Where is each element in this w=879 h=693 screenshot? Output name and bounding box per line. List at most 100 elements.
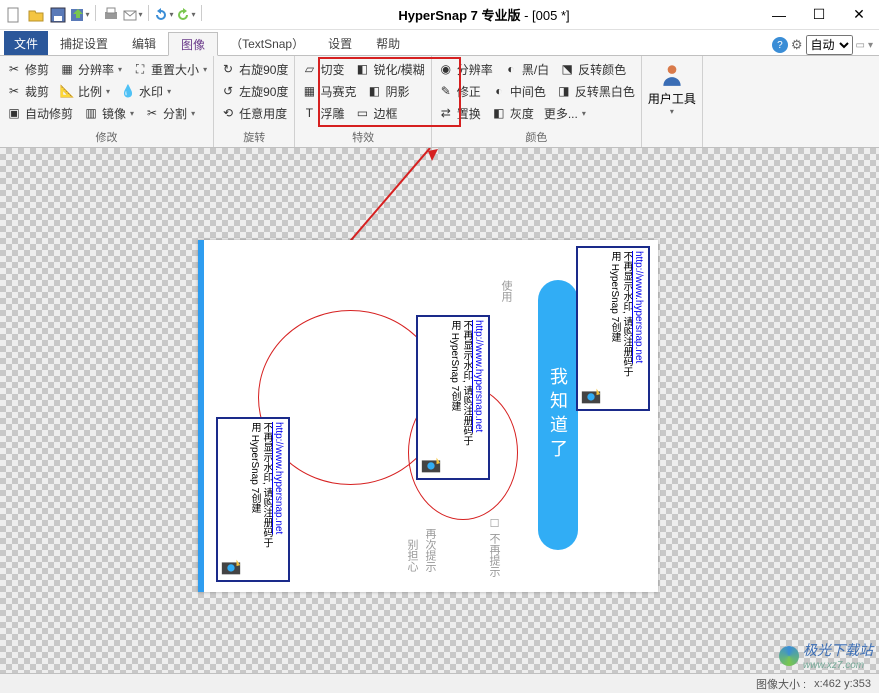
zoom-select[interactable]: 自动 [806, 35, 853, 55]
group-modify: ✂修剪 ▦分辨率 ⛶重置大小 ✂裁剪 📐比例 💧水印 ▣自动修剪 ▥镜像 ✂分割… [0, 56, 214, 147]
gear-icon[interactable]: ⚙ [791, 37, 803, 53]
autotrim-icon: ▣ [6, 105, 22, 121]
mosaic-icon: ▦ [301, 83, 317, 99]
file-tab[interactable]: 文件 [4, 31, 48, 55]
trim-button[interactable]: ✂修剪 [6, 59, 49, 79]
group-user: 用户工具 ▾ [642, 56, 703, 147]
ok-button[interactable]: 我知道了 [538, 280, 578, 550]
scale-icon: 📐 [59, 83, 75, 99]
user-tools-icon[interactable] [659, 62, 685, 88]
save-icon[interactable] [48, 5, 68, 25]
tab-edit[interactable]: 编辑 [120, 31, 168, 55]
shear-button[interactable]: ▱切变 [301, 59, 344, 79]
group-effects-title: 特效 [301, 127, 424, 147]
invert-button[interactable]: ⬔反转颜色 [559, 59, 626, 79]
correct-button[interactable]: ✎修正 [438, 81, 481, 101]
rotate-any-button[interactable]: ⟲任意用度 [220, 103, 288, 123]
user-tools-label: 用户工具 [648, 90, 696, 107]
watermark-stamp: 用 HyperSnap 7创建 不再显示水印, 请购注册码于 http://ww… [216, 417, 290, 582]
options-icon[interactable]: ▾ [868, 40, 873, 51]
invertbw-button[interactable]: ◨反转黑白色 [556, 81, 635, 101]
group-modify-title: 修改 [6, 127, 207, 147]
shadow-icon: ◧ [366, 83, 382, 99]
titlebar: HyperSnap 7 专业版 - [005 *] — ☐ ✕ [0, 0, 879, 30]
canvas-area[interactable]: 我知道了 别担心 再次提示 使用 ☐ 不再提示 用 HyperSnap 7创建 … [0, 148, 879, 673]
site-logo-icon [779, 646, 799, 666]
statusbar: 图像大小 : x:462 y:353 [0, 673, 879, 693]
site-watermark: 极光下载站 www.xz7.com [779, 640, 873, 671]
collapse-ribbon-icon[interactable]: ▭ [856, 40, 865, 51]
new-icon[interactable] [4, 5, 24, 25]
tab-image[interactable]: 图像 [168, 32, 218, 56]
camera-icon [420, 454, 442, 476]
saveas-icon[interactable] [70, 5, 90, 25]
split-icon: ✂ [144, 105, 160, 121]
middle-button[interactable]: ◐中间色 [491, 81, 546, 101]
bw-icon: ◐ [503, 61, 519, 77]
group-color-title: 颜色 [438, 127, 635, 147]
mirror-icon: ▥ [83, 105, 99, 121]
redo-icon[interactable] [176, 5, 196, 25]
emboss-button[interactable]: T浮雕 [301, 103, 344, 123]
ribbon-tabs: 文件 捕捉设置 编辑 图像 （TextSnap） 设置 帮助 ? ⚙ 自动 ▭ … [0, 30, 879, 56]
image-size-label: 图像大小 : [756, 676, 806, 692]
crop-button[interactable]: ✂裁剪 [6, 81, 49, 101]
email-icon[interactable] [123, 5, 143, 25]
bw-button[interactable]: ◐黑/白 [503, 59, 549, 79]
group-effects: ▱切变 ◧锐化/模糊 ▦马赛克 ◧阴影 T浮雕 ▭边框 特效 [295, 56, 431, 147]
help-icon[interactable]: ? [772, 37, 788, 53]
tab-help[interactable]: 帮助 [364, 31, 412, 55]
mirror-button[interactable]: ▥镜像 [83, 103, 134, 123]
watermark-button[interactable]: 💧水印 [120, 81, 171, 101]
resize-button[interactable]: ⛶重置大小 [132, 59, 207, 79]
border-button[interactable]: ▭边框 [354, 103, 397, 123]
replace-button[interactable]: ⇄置换 [438, 103, 481, 123]
group-color: ◉分辨率 ◐黑/白 ⬔反转颜色 ✎修正 ◐中间色 ◨反转黑白色 ⇄置换 ◧灰度 … [432, 56, 642, 147]
tab-textsnap[interactable]: （TextSnap） [218, 31, 316, 55]
border-icon: ▭ [354, 105, 370, 121]
image-document[interactable]: 我知道了 别担心 再次提示 使用 ☐ 不再提示 用 HyperSnap 7创建 … [198, 240, 658, 592]
camera-icon [580, 385, 602, 407]
tab-settings[interactable]: 设置 [316, 31, 364, 55]
sharpen-button[interactable]: ◧锐化/模糊 [354, 59, 424, 79]
window-controls: — ☐ ✕ [759, 0, 879, 30]
resize-icon: ⛶ [132, 61, 148, 77]
quick-access-toolbar [0, 5, 209, 25]
color-wheel-icon: ◉ [438, 61, 454, 77]
sharpen-icon: ◧ [354, 61, 370, 77]
maximize-button[interactable]: ☐ [799, 0, 839, 30]
resolution-button[interactable]: ▦分辨率 [59, 59, 122, 79]
color-resolution-button[interactable]: ◉分辨率 [438, 59, 493, 79]
more-button[interactable]: 更多... [544, 103, 586, 123]
ribbon: ✂修剪 ▦分辨率 ⛶重置大小 ✂裁剪 📐比例 💧水印 ▣自动修剪 ▥镜像 ✂分割… [0, 56, 879, 148]
tab-capture[interactable]: 捕捉设置 [48, 31, 120, 55]
replace-icon: ⇄ [438, 105, 454, 121]
undo-icon[interactable] [154, 5, 174, 25]
print-icon[interactable] [101, 5, 121, 25]
split-button[interactable]: ✂分割 [144, 103, 195, 123]
rotate-left-icon: ↺ [220, 83, 236, 99]
rotate-right-icon: ↻ [220, 61, 236, 77]
open-icon[interactable] [26, 5, 46, 25]
camera-icon [220, 556, 242, 578]
watermark-stamp: 用 HyperSnap 7创建 不再显示水印, 请购注册码于 http://ww… [576, 246, 650, 411]
gray-button[interactable]: ◧灰度 [491, 103, 534, 123]
coordinates-label: x:462 y:353 [814, 678, 871, 690]
middle-icon: ◐ [491, 83, 507, 99]
shear-icon: ▱ [301, 61, 317, 77]
group-rotate-title: 旋转 [220, 127, 288, 147]
text-label: 别担心 [404, 539, 420, 572]
minimize-button[interactable]: — [759, 0, 799, 30]
autotrim-button[interactable]: ▣自动修剪 [6, 103, 73, 123]
close-button[interactable]: ✕ [839, 0, 879, 30]
mosaic-button[interactable]: ▦马赛克 [301, 81, 356, 101]
emboss-icon: T [301, 105, 317, 121]
shadow-button[interactable]: ◧阴影 [366, 81, 409, 101]
rotate-left-button[interactable]: ↺左旋90度 [220, 81, 288, 101]
rotate-any-icon: ⟲ [220, 105, 236, 121]
rotate-right-button[interactable]: ↻右旋90度 [220, 59, 288, 79]
scale-button[interactable]: 📐比例 [59, 81, 110, 101]
invertbw-icon: ◨ [556, 83, 572, 99]
group-rotate: ↻右旋90度 ↺左旋90度 ⟲任意用度 旋转 [214, 56, 295, 147]
checkbox-label[interactable]: ☐ 不再提示 [486, 517, 502, 577]
